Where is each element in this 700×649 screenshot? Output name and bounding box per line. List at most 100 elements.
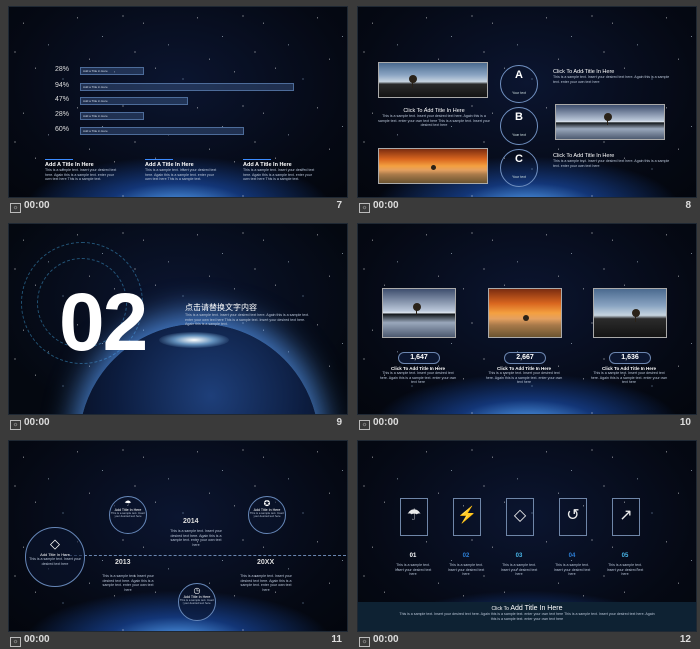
slide-footer: ☼ 00:00 10: [357, 415, 695, 431]
right-text-block: Click To Add Title In Here This is a sam…: [553, 69, 670, 84]
stat-badge: 1,636: [609, 352, 651, 364]
shield-bolt-icon: ⚡: [457, 507, 477, 524]
year-label: 2014: [183, 518, 199, 525]
slide-thumbnail-11[interactable]: ◇ Add Title In Here This is a sample tex…: [8, 440, 348, 648]
stopwatch-icon: ☼: [10, 203, 21, 213]
icon-number: 03: [515, 553, 523, 559]
timeline-node: ◇ Add Title In Here This is a sample tex…: [25, 527, 85, 587]
center-text-block: Click To Add Title In Here This is a sam…: [378, 108, 490, 127]
storm-tree-image: [593, 288, 667, 338]
text-column: Add A Title In Here This is a sample tex…: [45, 159, 117, 182]
slide-footer: ☼ 00:00 12: [357, 632, 695, 648]
timer: ☼ 00:00: [359, 200, 399, 213]
right-text-block: Click To Add Title In Here This is a sam…: [553, 153, 670, 168]
sunset-tree-image: [378, 148, 488, 184]
icon-number: 02: [462, 553, 470, 559]
bar-percent: 28%: [55, 66, 70, 73]
icon-card: ☂: [400, 498, 428, 536]
icon-caption: This is a sample text. Insert your desir…: [447, 563, 485, 576]
lake-tree-image: [382, 288, 456, 338]
diamond-icon: ◇: [50, 536, 60, 551]
timeline-node: ☂ Add Title In Here This is a sample tex…: [109, 496, 147, 534]
text-column: Add A Title In Here This is a sample tex…: [145, 159, 217, 182]
timeline-line: [64, 555, 346, 556]
icon-number: 01: [409, 553, 417, 559]
slide-footer: ☼ 00:00 9: [8, 415, 346, 431]
bar-percent: 28%: [55, 111, 70, 118]
icon-card: ↗: [612, 498, 640, 536]
item-text: Click To Add Title In Here This is a sam…: [485, 366, 563, 384]
circle-a: A Your text: [500, 65, 538, 103]
year-description: This is a sample text. Insert your desir…: [240, 574, 292, 592]
timeline-node: ✪ Add Title In Here This is a sample tex…: [248, 496, 286, 534]
slide-number: 8: [685, 200, 691, 211]
umbrella-icon: ☂: [124, 499, 132, 508]
icon-caption: This is a sample text. Insert your desir…: [500, 563, 538, 576]
icon-card: ⚡: [453, 498, 481, 536]
icon-caption: This is a sample text. Insert your desir…: [394, 563, 432, 576]
icon-card: ◇: [506, 498, 534, 536]
history-icon: ↺: [566, 507, 580, 524]
stopwatch-icon: ☼: [10, 420, 21, 430]
bar-percent: 60%: [55, 126, 70, 133]
year-description: This is a sample text. Insert your desir…: [102, 574, 154, 592]
stat-badge: 2,667: [504, 352, 546, 364]
slide-thumbnail-9[interactable]: 02 点击请替换文字内容 This is a sample text. Inse…: [8, 223, 348, 431]
slide-7-canvas: 28% Add a Title in Here 94% Add a Title …: [8, 6, 348, 198]
year-description: This is a sample text. Insert your desir…: [170, 529, 222, 547]
timer: ☼ 00:00: [10, 200, 50, 213]
bottom-title: Click To Add Title In Here: [491, 605, 563, 612]
slide-footer: ☼ 00:00 7: [8, 198, 346, 214]
clock-icon: ◷: [193, 586, 201, 595]
slide-12-canvas: ☂ ⚡ ◇ ↺ ↗ 01 02 03 04 05 This is a sampl…: [357, 440, 697, 632]
text-column: Add A Title In Here This is a sample tex…: [243, 159, 315, 182]
item-text: Click To Add Title In Here This is a sam…: [590, 366, 668, 384]
icon-number: 04: [568, 553, 576, 559]
slide-11-canvas: ◇ Add Title In Here This is a sample tex…: [8, 440, 348, 632]
timer: ☼ 00:00: [10, 417, 50, 430]
sunset-tree-image: [488, 288, 562, 338]
stopwatch-icon: ☼: [359, 203, 370, 213]
stopwatch-icon: ☼: [359, 637, 370, 647]
slide-number: 10: [679, 417, 691, 428]
stopwatch-icon: ☼: [359, 420, 370, 430]
circle-c: C Your text: [500, 149, 538, 187]
bar-percent: 94%: [55, 82, 70, 89]
icon-card: ↺: [559, 498, 587, 536]
timeline-node: ◷ Add Title In Here This is a sample tex…: [178, 583, 216, 621]
timer: ☼ 00:00: [359, 417, 399, 430]
timer: ☼ 00:00: [10, 634, 50, 647]
circle-b: B Your text: [500, 107, 538, 145]
compass-icon: ✪: [263, 499, 271, 508]
slide-thumbnail-7[interactable]: 28% Add a Title in Here 94% Add a Title …: [8, 6, 348, 214]
slide-number: 12: [679, 634, 691, 645]
year-label: 20XX: [257, 559, 275, 566]
stat-badge: 1,647: [398, 352, 440, 364]
umbrella-icon: ☂: [406, 507, 422, 524]
section-text-block: 点击请替换文字内容 This is a sample text. Insert …: [185, 303, 310, 326]
bottom-text-bar: Click To Add Title In Here This is a sam…: [358, 602, 696, 631]
bar-percent: 47%: [55, 96, 70, 103]
stopwatch-icon: ☼: [10, 637, 21, 647]
slide-8-canvas: A Your text B Your text C Your text Click T…: [357, 6, 697, 198]
slide-number: 9: [336, 417, 342, 428]
icon-number: 05: [621, 553, 629, 559]
year-label: 2013: [115, 559, 131, 566]
lake-tree-image: [555, 104, 665, 140]
growth-icon: ↗: [619, 507, 633, 524]
storm-tree-image: [378, 62, 488, 98]
timer: ☼ 00:00: [359, 634, 399, 647]
slide-footer: ☼ 00:00 11: [8, 632, 346, 648]
icon-caption: This is a sample text. Insert your desir…: [553, 563, 591, 576]
slide-number: 11: [331, 634, 342, 645]
slide-thumbnail-8[interactable]: A Your text B Your text C Your text Click T…: [357, 6, 697, 214]
bar-fill: [81, 84, 293, 90]
slide-10-canvas: 1,647 2,667 1,636 Click To Add Title In …: [357, 223, 697, 415]
slide-number: 7: [336, 200, 342, 211]
slide-thumbnail-10[interactable]: 1,647 2,667 1,636 Click To Add Title In …: [357, 223, 697, 431]
slide-footer: ☼ 00:00 8: [357, 198, 695, 214]
item-text: Click To Add Title In Here This is a sam…: [379, 366, 457, 384]
section-number: 02: [59, 277, 148, 368]
slide-thumbnail-12[interactable]: ☂ ⚡ ◇ ↺ ↗ 01 02 03 04 05 This is a sampl…: [357, 440, 697, 648]
diamond-icon: ◇: [513, 507, 527, 524]
